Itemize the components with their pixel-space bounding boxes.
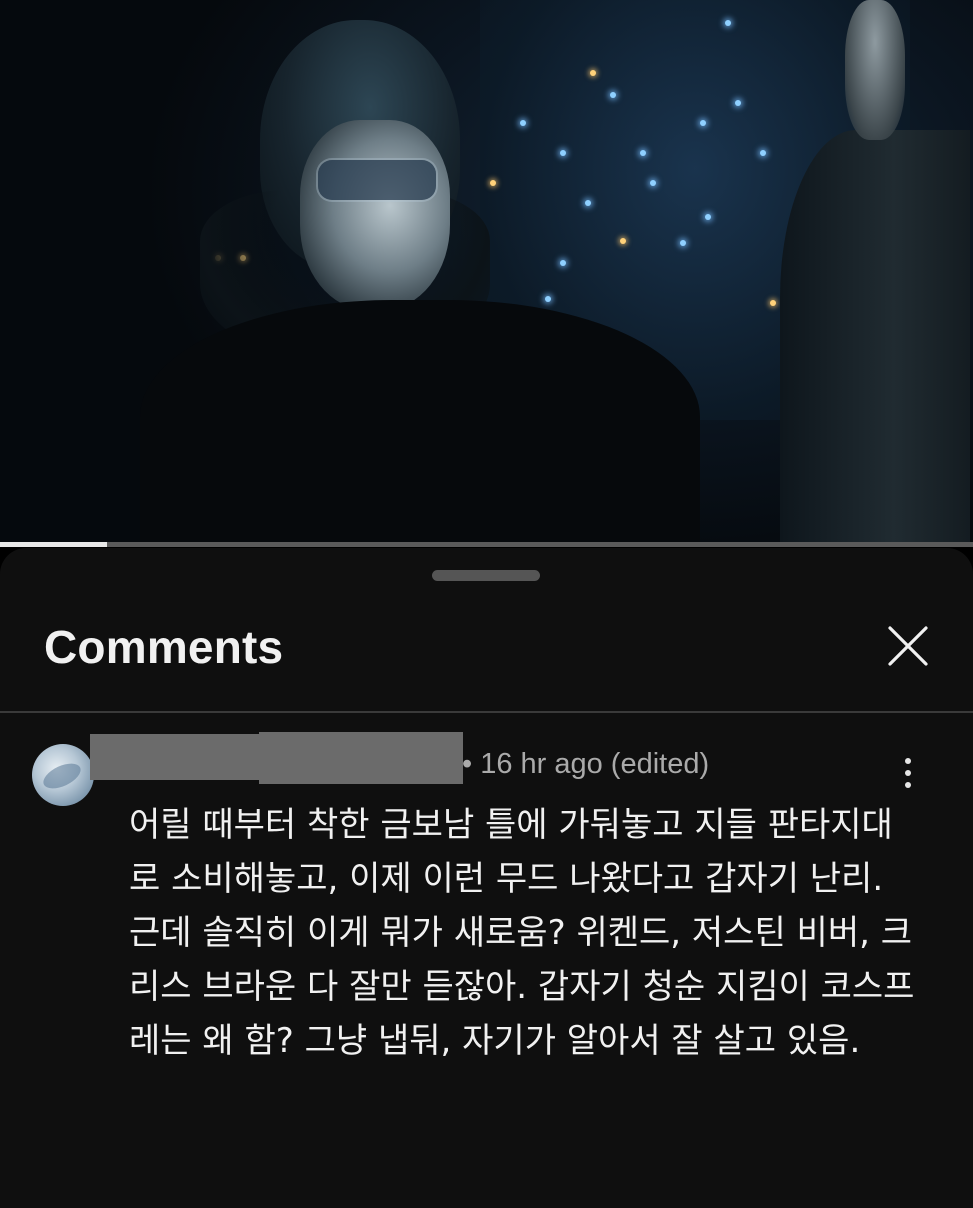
comment-text: 어릴 때부터 착한 금보남 틀에 가둬놓고 지들 판타지대로 소비해놓고, 이제… [129, 805, 915, 1061]
avatar[interactable] [32, 744, 94, 806]
video-player[interactable] [0, 0, 973, 545]
video-sunglasses [318, 160, 436, 200]
close-icon [888, 626, 928, 666]
drag-handle[interactable] [432, 570, 540, 581]
video-progress-fill [0, 542, 108, 547]
comment-meta: • 16 hr ago (edited) [462, 748, 710, 780]
redacted-username-overlay [259, 732, 463, 784]
close-button[interactable] [882, 620, 934, 672]
header-divider [0, 711, 973, 713]
video-person-face [300, 120, 450, 310]
video-progress-bar[interactable] [0, 542, 973, 547]
comments-sheet: Comments • 16 hr ago (edited) 어릴 때부터 착한 … [0, 548, 973, 1208]
video-person-body [140, 300, 700, 545]
more-vertical-icon [905, 758, 911, 764]
video-hand [845, 0, 905, 140]
comments-title: Comments [44, 621, 284, 673]
video-arm [780, 130, 970, 545]
more-options-button[interactable] [893, 754, 923, 794]
